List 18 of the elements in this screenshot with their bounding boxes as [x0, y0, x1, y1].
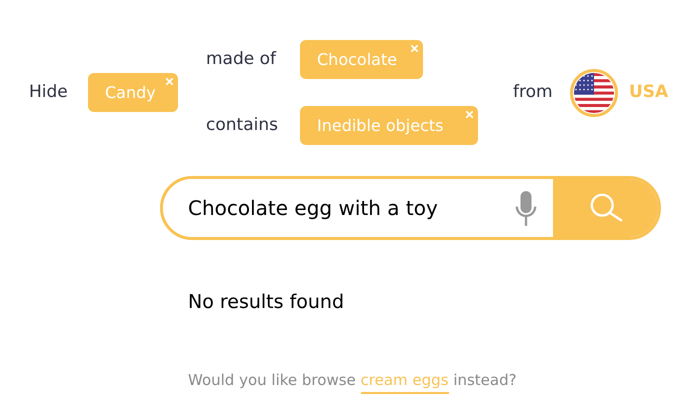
filter-chip[interactable]: Chocolate [300, 40, 423, 79]
flag-icon[interactable] [570, 68, 618, 116]
condition-label: made of [206, 48, 278, 71]
suggestion-link[interactable]: cream eggs [360, 370, 449, 394]
hide-label: Hide [29, 80, 69, 104]
from-label: from [513, 80, 554, 104]
suggestion-text: Would you like browse cream eggs instead? [188, 368, 698, 391]
filter-chip[interactable]: Inedible objects [300, 106, 478, 145]
country-label[interactable]: USA [629, 80, 668, 106]
microphone-icon[interactable] [515, 190, 537, 226]
search-button[interactable] [553, 179, 658, 237]
filter-chip[interactable]: Candy [88, 73, 178, 112]
close-icon[interactable] [466, 111, 473, 118]
close-icon[interactable] [166, 78, 173, 85]
no-results-message: No results found [188, 290, 346, 315]
condition-label: contains [206, 114, 279, 137]
close-icon[interactable] [411, 45, 418, 52]
search-field[interactable]: Chocolate egg with a toy [160, 176, 661, 240]
